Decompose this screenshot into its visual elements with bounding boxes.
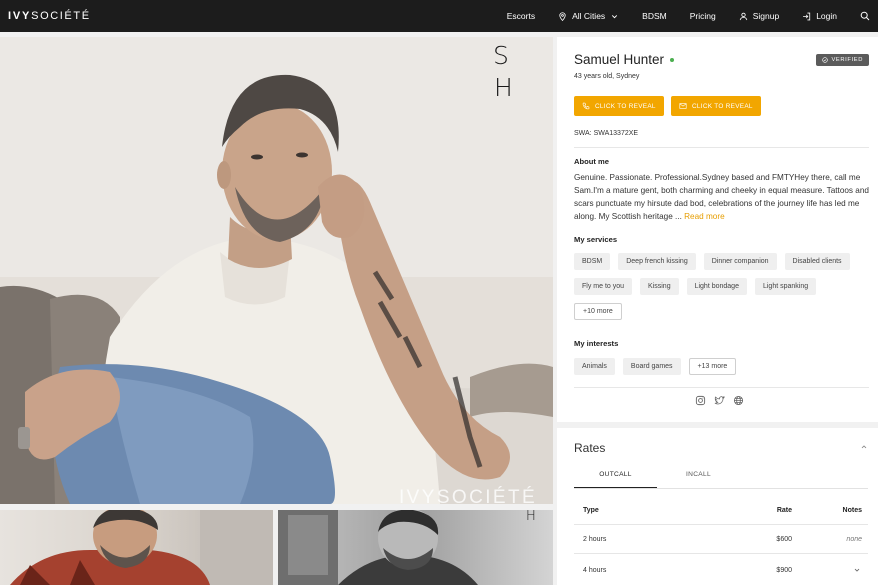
tabs-underline: [574, 488, 868, 489]
service-tag[interactable]: Deep french kissing: [618, 253, 696, 270]
tab-incall[interactable]: INCALL: [657, 471, 740, 488]
nav-signup[interactable]: Signup: [739, 11, 779, 21]
reveal-phone-button[interactable]: CLICK TO REVEAL: [574, 96, 664, 116]
nav-escorts-label: Escorts: [506, 11, 536, 21]
rates-section: Rates OUTCALL INCALL Type Rate Notes 2 h…: [557, 428, 878, 585]
rate-type: 4 hours: [583, 566, 607, 574]
portrait-illustration: [0, 37, 553, 504]
photo-watermark: IVYSOCIÉTÉ: [399, 487, 538, 508]
nav-pricing-label: Pricing: [689, 11, 716, 21]
tab-outcall[interactable]: OUTCALL: [574, 471, 657, 488]
nav-bdsm[interactable]: BDSM: [642, 11, 667, 21]
services-tags: BDSM Deep french kissing Dinner companio…: [574, 253, 874, 328]
email-icon: [679, 103, 687, 109]
login-icon: [803, 12, 811, 20]
service-tag[interactable]: Disabled clients: [784, 253, 850, 270]
chevron-down-icon[interactable]: [853, 566, 861, 574]
divider: [574, 387, 869, 388]
rate-type: 2 hours: [583, 536, 607, 543]
interests-more-button[interactable]: +13 more: [688, 358, 737, 375]
interests-tags: Animals Board games +13 more: [574, 358, 874, 383]
reveal-email-label: CLICK TO REVEAL: [692, 102, 753, 110]
services-title: My services: [574, 235, 618, 244]
interests-title: My interests: [574, 339, 619, 348]
online-indicator: [670, 57, 675, 62]
nav-login[interactable]: Login: [802, 11, 837, 21]
read-more-link[interactable]: Read more: [684, 212, 725, 221]
rate-value: $900: [776, 566, 792, 574]
profile-thumbnail-2[interactable]: H: [278, 510, 553, 585]
header-notes: Notes: [842, 507, 862, 514]
profile-name: Samuel Hunter: [574, 52, 665, 67]
verified-badge: VERIFIED: [816, 54, 869, 66]
thumbnail-monogram: H: [526, 510, 536, 524]
rates-title: Rates: [574, 441, 606, 455]
service-tag[interactable]: Fly me to you: [574, 278, 633, 295]
table-row: 2 hours $600 none: [574, 526, 868, 554]
verified-label: VERIFIED: [831, 57, 863, 63]
social-links: [695, 395, 744, 406]
check-circle-icon: [822, 57, 829, 63]
profile-thumbnail-1[interactable]: [0, 510, 273, 585]
services-more-button[interactable]: +10 more: [574, 303, 622, 320]
interest-tag[interactable]: Animals: [574, 358, 615, 375]
rate-value: $600: [776, 536, 792, 543]
service-tag[interactable]: BDSM: [574, 253, 611, 270]
nav-menu: Escorts All Cities BDSM Pricing Signup L…: [484, 0, 870, 32]
service-tag[interactable]: Kissing: [640, 278, 679, 295]
rate-notes: none: [846, 536, 862, 543]
reveal-email-button[interactable]: CLICK TO REVEAL: [671, 96, 761, 116]
profile-name-row: Samuel Hunter: [574, 52, 675, 67]
globe-icon[interactable]: [733, 395, 744, 406]
thumbnail-photo-1: [10, 510, 273, 585]
interest-tag[interactable]: Board games: [622, 358, 681, 375]
logo-bold: IVY: [8, 10, 32, 22]
nav-login-label: Login: [816, 11, 837, 21]
service-tag[interactable]: Dinner companion: [703, 253, 777, 270]
nav-all-cities[interactable]: All Cities: [558, 11, 619, 21]
monogram-s: S: [493, 41, 509, 70]
nav-bdsm-label: BDSM: [642, 11, 667, 21]
nav-escorts[interactable]: Escorts: [507, 11, 535, 21]
nav-pricing[interactable]: Pricing: [690, 11, 716, 21]
rates-header-row: Type Rate Notes: [574, 497, 868, 525]
nav-all-cities-label: All Cities: [572, 11, 606, 21]
nav-signup-label: Signup: [752, 11, 780, 21]
logo-rest: SOCIÉTÉ: [31, 10, 91, 22]
phone-icon: [582, 102, 590, 110]
top-navbar: IVY SOCIÉTÉ Escorts All Cities BDSM Pric…: [0, 0, 878, 32]
twitter-icon[interactable]: [714, 395, 725, 406]
profile-main-photo[interactable]: S H: [0, 37, 553, 504]
divider: [574, 147, 869, 148]
chevron-up-icon[interactable]: [860, 443, 868, 451]
instagram-icon[interactable]: [695, 395, 706, 406]
service-tag[interactable]: Light spanking: [754, 278, 817, 295]
user-icon: [739, 12, 747, 20]
search-button[interactable]: [860, 11, 870, 21]
swa-number: SWA: SWA13372XE: [574, 130, 639, 137]
chevron-down-icon: [612, 14, 618, 18]
thumbnail-photo-2: [278, 510, 478, 585]
reveal-phone-label: CLICK TO REVEAL: [595, 102, 656, 110]
about-text: Genuine. Passionate. Professional.Sydney…: [574, 171, 870, 223]
service-tag[interactable]: Light bondage: [686, 278, 747, 295]
header-type: Type: [583, 507, 599, 514]
monogram-h: H: [494, 73, 513, 102]
about-title: About me: [574, 157, 610, 166]
age-location: 43 years old, Sydney: [574, 73, 640, 80]
location-pin-icon: [559, 11, 566, 21]
site-logo[interactable]: IVY SOCIÉTÉ: [8, 10, 91, 22]
table-row[interactable]: 4 hours $900: [574, 556, 868, 584]
header-rate: Rate: [776, 507, 792, 514]
search-icon: [860, 11, 870, 21]
profile-panel: Samuel Hunter VERIFIED 43 years old, Syd…: [557, 37, 878, 422]
